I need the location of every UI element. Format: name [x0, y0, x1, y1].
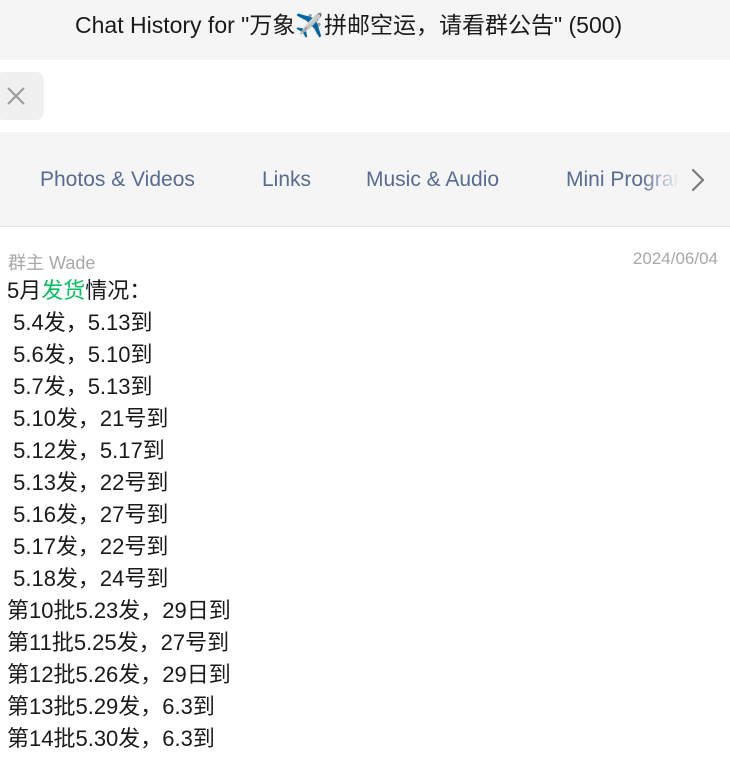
message-line: 5.12发，5.17到 — [7, 438, 165, 463]
window-title: Chat History for "万象✈️拼邮空运，请看群公告" (500) — [75, 12, 623, 38]
message-line: 5.10发，21号到 — [7, 406, 169, 431]
message-line: 第14批5.30发，6.3到 — [7, 726, 215, 751]
tab-photos-videos[interactable]: Photos & Videos — [40, 168, 195, 192]
message-header-line: 5月发货情况： — [7, 275, 231, 307]
header-highlight: 发货 — [41, 278, 86, 303]
tab-links[interactable]: Links — [262, 168, 311, 192]
title-bar: Chat History for "万象✈️拼邮空运，请看群公告" (500) — [0, 0, 730, 60]
header-suffix: 情况： — [85, 278, 152, 303]
close-button[interactable] — [0, 72, 44, 120]
message-body: 5月发货情况： 5.4发，5.13到 5.6发，5.10到 5.7发，5.13到… — [7, 275, 231, 755]
message-line: 5.13发，22号到 — [7, 470, 169, 495]
message-sender: 群主 Wade — [8, 253, 96, 273]
search-bar — [0, 60, 730, 132]
header-prefix: 5月 — [7, 278, 42, 303]
message-line: 5.17发，22号到 — [7, 534, 169, 559]
category-tabs: Photos & Videos Links Music & Audio Mini… — [0, 132, 730, 227]
chevron-right-icon[interactable] — [688, 168, 708, 192]
message-line: 第11批5.25发，27号到 — [7, 630, 230, 655]
message-line: 5.7发，5.13到 — [7, 374, 153, 399]
tab-music-audio[interactable]: Music & Audio — [366, 168, 499, 192]
message-line: 第13批5.29发，6.3到 — [7, 694, 215, 719]
message-item[interactable]: 群主 Wade 2024/06/04 5月发货情况： 5.4发，5.13到 5.… — [0, 227, 730, 762]
tabs-fade — [640, 132, 730, 226]
message-line: 5.18发，24号到 — [7, 566, 169, 591]
message-date: 2024/06/04 — [632, 249, 718, 268]
message-line: 5.16发，27号到 — [7, 502, 169, 527]
message-line: 5.6发，5.10到 — [7, 342, 153, 367]
message-line: 第10批5.23发，29日到 — [7, 598, 231, 623]
message-line: 第12批5.26发，29日到 — [7, 662, 231, 687]
message-line: 5.4发，5.13到 — [7, 310, 153, 335]
close-icon — [7, 87, 25, 105]
